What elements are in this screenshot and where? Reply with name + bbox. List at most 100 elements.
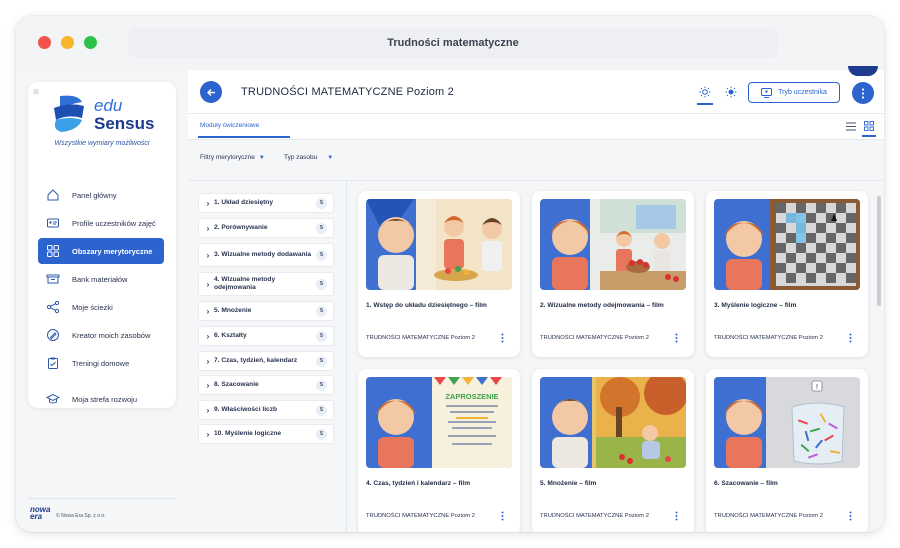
card-more-button[interactable] xyxy=(496,331,508,345)
back-button[interactable] xyxy=(200,81,222,103)
card-title: 3. Myślenie logiczne – film xyxy=(714,302,797,309)
chevron-right-icon: › xyxy=(206,250,210,260)
sidebar-item-creator[interactable]: Kreator moich zasobów xyxy=(38,322,164,348)
list-view-button[interactable] xyxy=(844,119,858,133)
card-more-button[interactable] xyxy=(844,509,856,523)
filter-label: Filtry merytoryczne xyxy=(200,154,255,161)
card-thumbnail: ♟ xyxy=(714,199,860,290)
clipboard-icon xyxy=(44,354,62,372)
close-window-button[interactable] xyxy=(38,36,51,49)
resource-card[interactable]: 1. Wstęp do układu dziesiętnego – film T… xyxy=(358,191,520,357)
resource-card[interactable]: ♟ 3. Myślenie logiczne – film TRUDNOŚCI … xyxy=(706,191,868,357)
topic-item[interactable]: › 3. Wizualne metody dodawania 5 xyxy=(198,243,334,267)
home-icon xyxy=(44,186,62,204)
resource-card[interactable]: 2. Wizualne metody odejmowania – film TR… xyxy=(532,191,694,357)
chevron-right-icon: › xyxy=(206,429,210,439)
tab-modules[interactable]: Moduły ćwiczeniowe xyxy=(200,122,259,129)
sidebar-item-development[interactable]: Moja strefa rozwoju xyxy=(38,386,164,412)
chevron-right-icon: › xyxy=(206,306,210,316)
topic-label: 2. Porównywanie xyxy=(214,224,268,231)
svg-text:!: ! xyxy=(816,384,818,391)
monitor-user-icon xyxy=(761,87,773,98)
topic-item[interactable]: › 6. Kształty 5 xyxy=(198,326,334,346)
tab-active-indicator xyxy=(198,136,290,138)
sidebar-divider xyxy=(28,498,176,499)
id-card-icon xyxy=(44,214,62,232)
topic-item[interactable]: › 8. Szacowanie 5 xyxy=(198,375,334,395)
chevron-right-icon: › xyxy=(206,198,210,208)
edusensus-logo-icon xyxy=(54,95,84,132)
card-thumbnail xyxy=(540,377,686,468)
list-icon xyxy=(846,122,856,130)
content-filter-dropdown[interactable]: Filtry merytoryczne ▼ xyxy=(200,154,265,161)
kebab-icon xyxy=(675,511,677,521)
chevron-right-icon: › xyxy=(206,223,210,233)
card-title: 6. Szacowanie – film xyxy=(714,480,778,487)
brand-tagline: Wszystkie wymiary możliwości xyxy=(54,140,150,147)
grid-view-button[interactable] xyxy=(862,119,876,137)
card-more-button[interactable] xyxy=(670,331,682,345)
chevron-right-icon: › xyxy=(206,405,210,415)
filter-label: Typ zasobu xyxy=(284,154,318,161)
resource-card[interactable]: 5. Mnożenie – film TRUDNOŚCI MATEMATYCZN… xyxy=(532,369,694,532)
grid-icon xyxy=(44,242,62,260)
topic-label: 10. Myślenie logiczne xyxy=(214,430,282,437)
topic-item[interactable]: › 5. Mnożenie 5 xyxy=(198,301,334,321)
apps-grid-icon[interactable]: ⊞ xyxy=(33,88,39,96)
topic-label: 9. Właściwości liczb xyxy=(214,406,278,413)
participant-mode-button[interactable]: Tryb uczestnika xyxy=(748,82,840,103)
pen-icon xyxy=(44,326,62,344)
card-more-button[interactable] xyxy=(496,509,508,523)
card-subtitle: TRUDNOŚCI MATEMATYCZNE Poziom 2 xyxy=(540,513,649,519)
sidebar-item-profiles[interactable]: Profile uczestników zajęć xyxy=(38,210,164,236)
card-thumbnail: ZAPROSZENIE xyxy=(366,377,512,468)
kebab-icon xyxy=(675,333,677,343)
sidebar-item-areas[interactable]: Obszary merytoryczne xyxy=(38,238,164,264)
contrast-theme-button[interactable] xyxy=(722,83,740,101)
page-header: TRUDNOŚCI MATEMATYCZNE Poziom 2 Tryb ucz… xyxy=(188,66,884,114)
card-more-button[interactable] xyxy=(670,509,682,523)
title-bar: Trudności matematyczne xyxy=(16,16,884,70)
card-thumbnail: ! xyxy=(714,377,860,468)
light-theme-button[interactable] xyxy=(696,83,714,105)
more-options-button[interactable] xyxy=(852,82,874,104)
resource-card[interactable]: ZAPROSZENIE 4. Czas, tydzień i kalendarz… xyxy=(358,369,520,532)
topic-item[interactable]: › 7. Czas, tydzień, kalendarz 5 xyxy=(198,351,334,371)
card-thumbnail xyxy=(540,199,686,290)
sidebar-item-bank[interactable]: Bank materiałów xyxy=(38,266,164,292)
topic-count-badge: 5 xyxy=(316,355,327,367)
avatar[interactable] xyxy=(848,66,878,76)
sidebar-item-paths[interactable]: Moje ścieżki xyxy=(38,294,164,320)
topic-count-badge: 5 xyxy=(316,330,327,342)
card-more-button[interactable] xyxy=(844,331,856,345)
grid-view-icon xyxy=(864,121,874,131)
topic-label: 8. Szacowanie xyxy=(214,381,259,388)
brand-line2: Sensus xyxy=(94,114,155,133)
topic-item[interactable]: › 1. Układ dziesiętny 5 xyxy=(198,193,334,213)
card-subtitle: TRUDNOŚCI MATEMATYCZNE Poziom 2 xyxy=(714,513,823,519)
maximize-window-button[interactable] xyxy=(84,36,97,49)
topic-label: 1. Układ dziesiętny xyxy=(214,199,273,206)
chevron-right-icon: › xyxy=(206,356,210,366)
resource-type-dropdown[interactable]: Typ zasobu ▼ xyxy=(284,154,333,161)
topic-label: 4. Wizualne metody odejmowania xyxy=(214,276,276,291)
box-icon xyxy=(44,270,62,288)
footer-copyright: © Nowa Era Sp. z o.o. xyxy=(56,513,106,519)
topic-item[interactable]: › 9. Właściwości liczb 5 xyxy=(198,400,334,420)
chevron-right-icon: › xyxy=(206,279,210,289)
minimize-window-button[interactable] xyxy=(61,36,74,49)
card-thumbnail xyxy=(366,199,512,290)
sidebar-item-label: Panel główny xyxy=(72,190,117,200)
card-title: 2. Wizualne metody odejmowania – film xyxy=(540,302,664,309)
sidebar-item-panel[interactable]: Panel główny xyxy=(38,182,164,208)
topic-item[interactable]: › 4. Wizualne metody odejmowania 5 xyxy=(198,272,334,296)
sidebar-item-home-training[interactable]: Treningi domowe xyxy=(38,350,164,376)
participant-mode-label: Tryb uczestnika xyxy=(778,89,827,96)
topic-item[interactable]: › 10. Myślenie logiczne 5 xyxy=(198,424,334,444)
topic-item[interactable]: › 2. Porównywanie 5 xyxy=(198,218,334,238)
topic-count-badge: 5 xyxy=(316,222,327,234)
sidebar-item-label: Kreator moich zasobów xyxy=(72,330,151,340)
topic-count-badge: 5 xyxy=(316,305,327,317)
content-scrollbar[interactable] xyxy=(877,196,881,306)
resource-card[interactable]: ! 6. Szacowanie – film TRUDNOŚCI MATEMAT… xyxy=(706,369,868,532)
